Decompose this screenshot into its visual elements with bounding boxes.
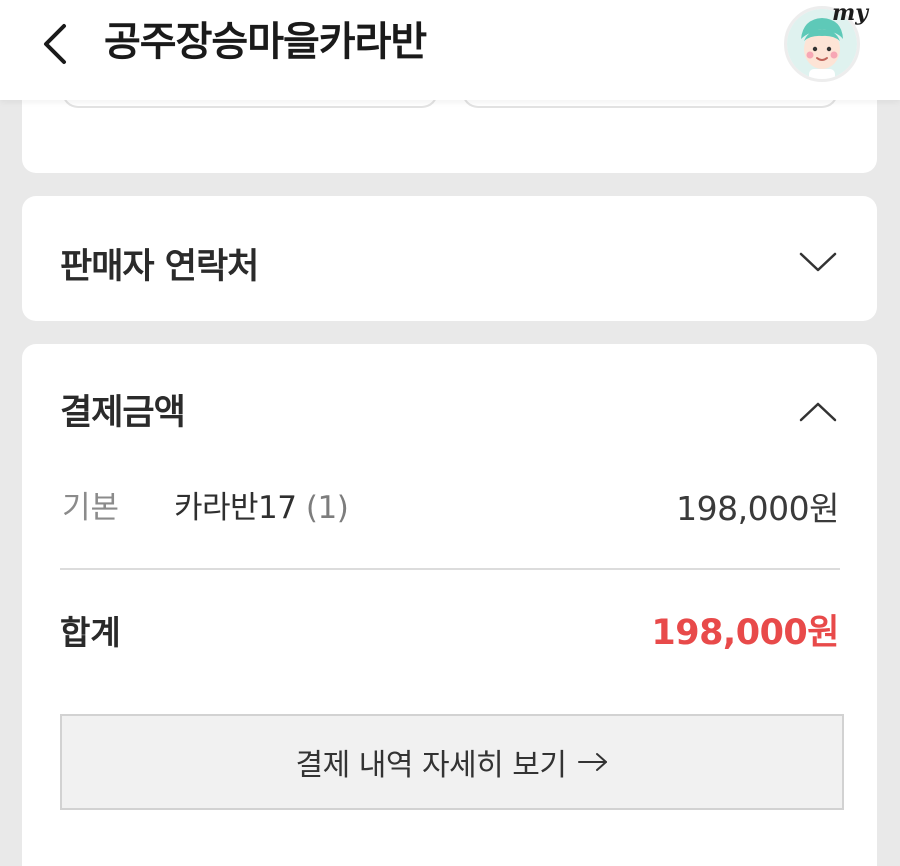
chevron-left-icon: [44, 24, 66, 64]
divider: [60, 568, 840, 570]
item-product: 카라반17 (1): [174, 482, 349, 527]
payment-amount-section: 결제금액 기본 카라반17 (1) 198,000원 합계 198,000원 결…: [22, 344, 877, 866]
item-type-label: 기본: [62, 490, 120, 526]
seller-contact-section[interactable]: 판매자 연락처: [22, 196, 877, 321]
payment-detail-button[interactable]: 결제 내역 자세히 보기: [60, 714, 844, 810]
payment-amount-title: 결제금액: [60, 393, 186, 433]
total-label: 합계: [60, 613, 121, 652]
total-amount: 198,000원: [651, 613, 839, 653]
back-button[interactable]: [28, 16, 84, 72]
chevron-up-icon[interactable]: [798, 400, 838, 424]
chevron-down-icon[interactable]: [798, 250, 838, 274]
app-header: 공주장승마을카라반 my: [0, 0, 900, 100]
item-quantity: (1): [305, 490, 349, 526]
arrow-right-icon: [577, 753, 607, 771]
page-title: 공주장승마을카라반: [104, 19, 427, 65]
payment-detail-button-label: 결제 내역 자세히 보기: [295, 748, 567, 783]
previous-section-card: [22, 88, 877, 173]
my-badge: my: [831, 0, 868, 26]
item-product-name: 카라반17: [174, 490, 297, 526]
item-price: 198,000원: [676, 489, 839, 528]
seller-contact-title: 판매자 연락처: [60, 247, 259, 287]
my-page-button[interactable]: my: [778, 0, 870, 84]
